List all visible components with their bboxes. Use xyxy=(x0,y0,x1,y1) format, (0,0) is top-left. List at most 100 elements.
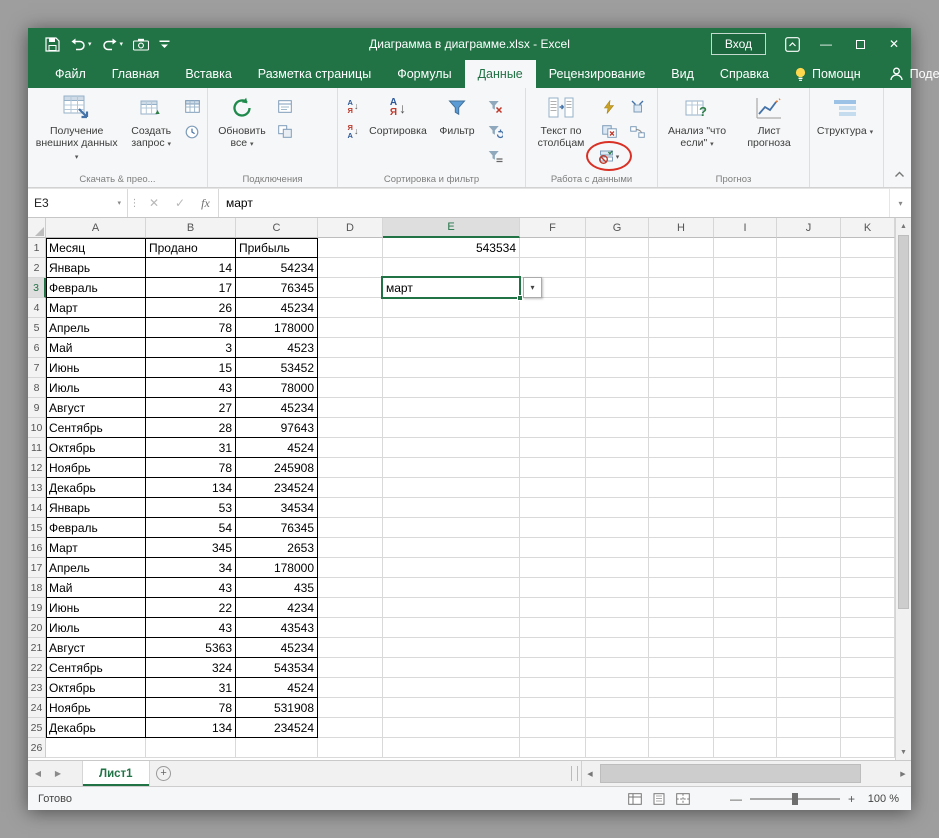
cell[interactable] xyxy=(714,518,777,538)
cell[interactable] xyxy=(318,718,383,738)
cell[interactable] xyxy=(841,738,895,758)
cell[interactable]: 78 xyxy=(146,698,236,718)
cell[interactable] xyxy=(520,738,586,758)
cell[interactable] xyxy=(586,478,649,498)
cell[interactable] xyxy=(383,398,520,418)
cell[interactable] xyxy=(714,398,777,418)
cell[interactable] xyxy=(520,358,586,378)
cell[interactable]: 78 xyxy=(146,318,236,338)
scroll-down-icon[interactable]: ▼ xyxy=(896,744,911,760)
flash-fill-button[interactable] xyxy=(593,94,625,119)
cell[interactable] xyxy=(520,378,586,398)
cell[interactable] xyxy=(714,358,777,378)
row-header[interactable]: 5 xyxy=(28,318,46,338)
cell[interactable] xyxy=(318,438,383,458)
zoom-in-button[interactable]: + xyxy=(848,793,855,805)
cell[interactable] xyxy=(841,238,895,258)
cell[interactable] xyxy=(586,638,649,658)
cancel-icon[interactable]: ✕ xyxy=(141,189,167,217)
name-box[interactable]: E3 ▾ xyxy=(28,189,128,217)
zoom-out-button[interactable]: — xyxy=(730,793,742,805)
cell[interactable] xyxy=(777,598,841,618)
cell[interactable] xyxy=(318,518,383,538)
close-button[interactable]: ✕ xyxy=(877,28,911,60)
cell[interactable] xyxy=(841,598,895,618)
cell[interactable] xyxy=(586,318,649,338)
cell[interactable] xyxy=(649,718,714,738)
cell[interactable]: Май xyxy=(46,578,146,598)
cell[interactable] xyxy=(520,538,586,558)
horizontal-scrollbar-thumb[interactable] xyxy=(600,764,861,783)
cell[interactable]: 345 xyxy=(146,538,236,558)
cell[interactable] xyxy=(383,658,520,678)
formula-input[interactable]: март xyxy=(219,189,889,217)
cell[interactable] xyxy=(383,478,520,498)
cell[interactable]: март xyxy=(383,278,520,298)
cell[interactable] xyxy=(520,438,586,458)
cell[interactable] xyxy=(777,698,841,718)
outline-button[interactable]: Структура ▾ xyxy=(813,91,877,139)
cell[interactable] xyxy=(777,558,841,578)
cell[interactable]: 134 xyxy=(146,478,236,498)
get-external-data-button[interactable]: Получение внешних данных ▾ xyxy=(31,91,122,164)
cell[interactable] xyxy=(777,458,841,478)
cell[interactable] xyxy=(383,638,520,658)
cell[interactable]: 14 xyxy=(146,258,236,278)
cell[interactable] xyxy=(318,278,383,298)
cell[interactable] xyxy=(318,598,383,618)
cell[interactable]: 234524 xyxy=(236,478,318,498)
cell[interactable] xyxy=(714,738,777,758)
cell[interactable] xyxy=(714,258,777,278)
cell[interactable]: 97643 xyxy=(236,418,318,438)
cell[interactable] xyxy=(586,598,649,618)
cell[interactable]: Июнь xyxy=(46,598,146,618)
cell[interactable] xyxy=(520,478,586,498)
cell[interactable]: 45234 xyxy=(236,298,318,318)
cell[interactable]: 45234 xyxy=(236,638,318,658)
cell[interactable] xyxy=(586,378,649,398)
cell[interactable] xyxy=(383,578,520,598)
consolidate-button[interactable] xyxy=(625,94,649,119)
cell[interactable] xyxy=(714,678,777,698)
cell[interactable] xyxy=(777,478,841,498)
cell[interactable] xyxy=(777,298,841,318)
cell[interactable] xyxy=(586,578,649,598)
text-to-columns-button[interactable]: Текст по столбцам xyxy=(529,91,593,152)
row-header[interactable]: 19 xyxy=(28,598,46,618)
cell[interactable] xyxy=(777,358,841,378)
cell[interactable] xyxy=(318,498,383,518)
cell[interactable] xyxy=(841,718,895,738)
cell[interactable] xyxy=(777,338,841,358)
cell[interactable] xyxy=(586,738,649,758)
cell[interactable] xyxy=(714,538,777,558)
cell[interactable] xyxy=(714,578,777,598)
cell[interactable] xyxy=(520,318,586,338)
cell[interactable] xyxy=(649,298,714,318)
cell[interactable] xyxy=(318,318,383,338)
cell[interactable]: Ноябрь xyxy=(46,698,146,718)
cell[interactable] xyxy=(586,278,649,298)
cell[interactable] xyxy=(586,658,649,678)
cell[interactable]: 43 xyxy=(146,378,236,398)
cell[interactable] xyxy=(586,678,649,698)
cell[interactable] xyxy=(383,418,520,438)
cell[interactable] xyxy=(649,238,714,258)
cell[interactable] xyxy=(777,398,841,418)
cell[interactable] xyxy=(586,238,649,258)
cell[interactable] xyxy=(649,318,714,338)
enter-icon[interactable]: ✓ xyxy=(167,189,193,217)
cell[interactable] xyxy=(841,558,895,578)
cell[interactable] xyxy=(777,538,841,558)
cell[interactable] xyxy=(649,598,714,618)
cell[interactable] xyxy=(520,418,586,438)
cell[interactable]: Июль xyxy=(46,378,146,398)
cell[interactable]: 543534 xyxy=(383,238,520,258)
row-header[interactable]: 16 xyxy=(28,538,46,558)
cell[interactable]: 53452 xyxy=(236,358,318,378)
advanced-filter-button[interactable] xyxy=(483,144,507,169)
cell[interactable] xyxy=(777,418,841,438)
cell[interactable] xyxy=(649,278,714,298)
cell[interactable] xyxy=(383,718,520,738)
cell[interactable] xyxy=(318,338,383,358)
cell[interactable] xyxy=(586,438,649,458)
